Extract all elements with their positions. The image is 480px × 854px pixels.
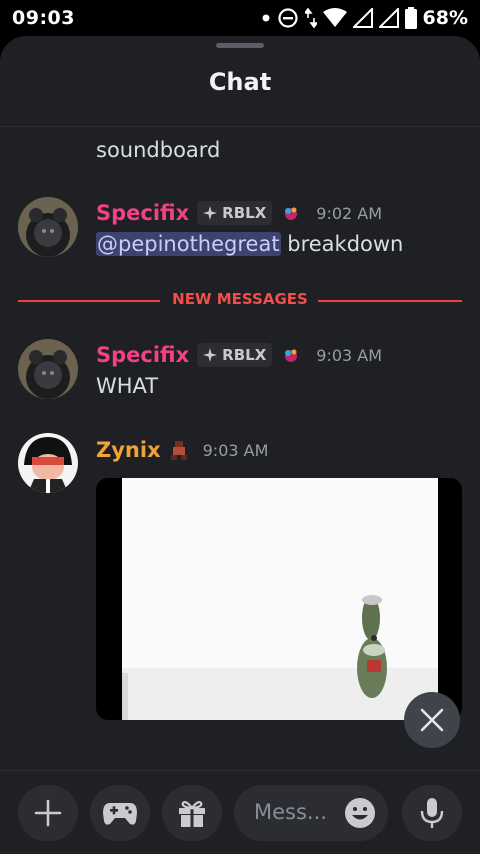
character-emoji-icon <box>170 441 187 460</box>
avatar-specifix-image <box>18 197 78 257</box>
message-continuation: soundboard <box>96 138 221 162</box>
user-mention[interactable]: @pepinothegreat <box>96 232 281 256</box>
message-timestamp: 9:03 AM <box>316 345 383 365</box>
role-emoji-icon <box>285 207 298 220</box>
role-emoji-icon <box>285 349 298 362</box>
message-timestamp: 9:03 AM <box>202 440 269 460</box>
wifi-icon <box>322 8 347 27</box>
gift-button[interactable] <box>162 785 222 841</box>
server-tag[interactable]: RBLX <box>197 201 273 225</box>
drag-handle[interactable] <box>216 43 264 48</box>
do-not-disturb-icon <box>277 8 298 28</box>
message-text: WHAT <box>96 374 159 398</box>
avatar-zynix[interactable] <box>18 433 78 493</box>
avatar-specifix[interactable] <box>18 197 78 257</box>
username[interactable]: Zynix <box>96 438 161 462</box>
message-input-placeholder: Mess... <box>254 800 327 824</box>
sparkle-icon <box>203 206 218 220</box>
new-messages-label: NEW MESSAGES <box>172 290 308 308</box>
message-input[interactable]: Mess... <box>234 785 388 841</box>
gift-icon <box>179 801 205 827</box>
close-icon <box>420 708 444 732</box>
chat-sheet: Chat soundboard Specifix RBLX 9:02 AM @p… <box>0 36 480 854</box>
message-timestamp: 9:02 AM <box>316 203 383 223</box>
status-icons: 68% <box>261 6 468 30</box>
message-header: Specifix RBLX 9:03 AM <box>96 341 382 369</box>
video-attachment[interactable] <box>96 478 462 720</box>
server-tag[interactable]: RBLX <box>197 343 273 367</box>
microphone-icon <box>420 798 444 828</box>
voice-message-button[interactable] <box>402 785 462 841</box>
avatar-specifix[interactable] <box>18 339 78 399</box>
battery-icon <box>404 7 417 29</box>
video-frame <box>122 478 438 720</box>
username[interactable]: Specifix <box>96 343 189 367</box>
message-header: Zynix 9:03 AM <box>96 436 268 464</box>
status-time: 09:03 <box>12 7 75 29</box>
activities-button[interactable] <box>90 785 150 841</box>
message-body: @pepinothegreat breakdown <box>96 232 403 256</box>
add-attachment-button[interactable] <box>18 785 78 841</box>
video-still <box>122 478 438 720</box>
server-tag-label: RBLX <box>222 346 267 364</box>
gamepad-icon <box>103 803 137 825</box>
server-tag-label: RBLX <box>222 204 267 222</box>
avatar-specifix-image <box>18 339 78 399</box>
close-button[interactable] <box>404 692 460 748</box>
message-header: Specifix RBLX 9:02 AM <box>96 199 382 227</box>
plus-icon <box>34 799 62 827</box>
username[interactable]: Specifix <box>96 201 189 225</box>
new-messages-divider: NEW MESSAGES <box>18 290 462 310</box>
battery-percent: 68% <box>422 7 468 29</box>
avatar-zynix-image <box>18 433 78 493</box>
data-arrows-icon <box>304 7 317 29</box>
header-divider <box>0 126 480 127</box>
status-bar: 09:03 68% <box>0 0 480 36</box>
sparkle-icon <box>203 348 218 362</box>
divider-line-right <box>318 300 462 302</box>
message-text: breakdown <box>280 232 404 256</box>
notification-dot-icon <box>262 14 270 22</box>
page-title: Chat <box>208 68 272 96</box>
emoji-icon[interactable] <box>344 797 376 829</box>
composer-bar: Mess... <box>0 770 480 854</box>
signal-icon <box>352 8 373 28</box>
signal-2-icon <box>378 8 399 28</box>
